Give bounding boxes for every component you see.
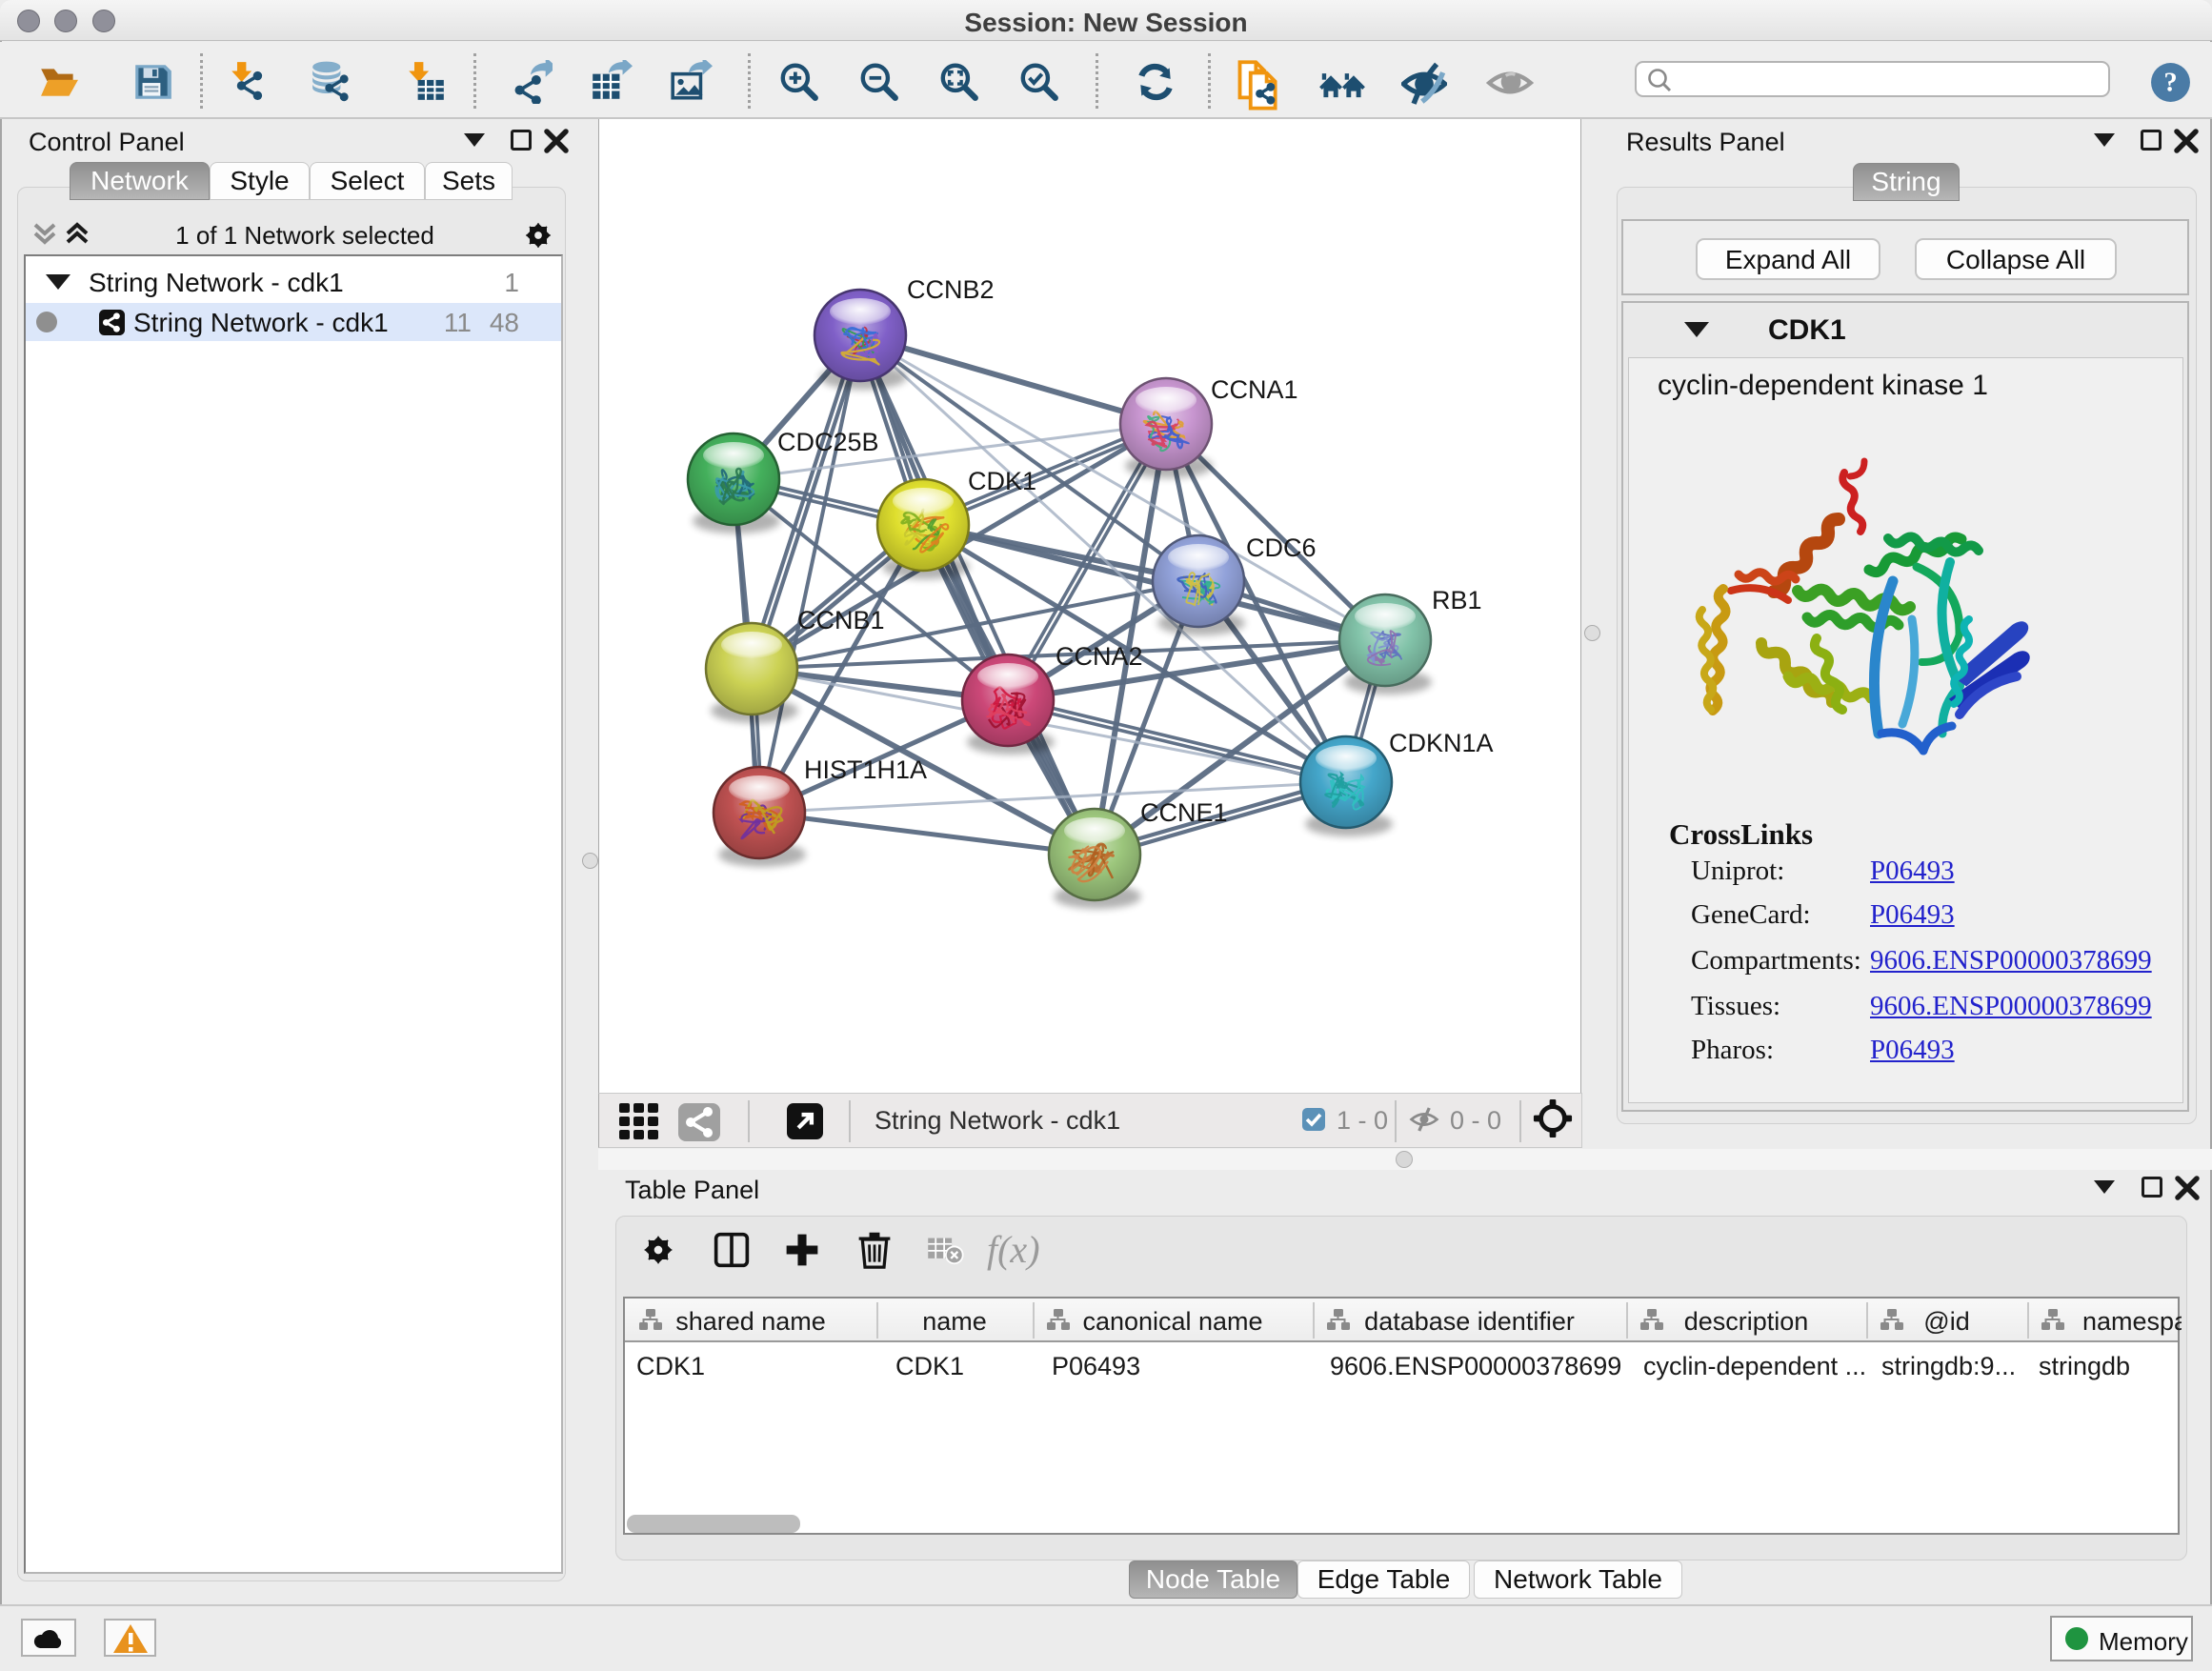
svg-text:CCNB1: CCNB1 bbox=[797, 606, 885, 634]
svg-text:?: ? bbox=[2163, 68, 2177, 98]
svg-text:CDC6: CDC6 bbox=[1246, 534, 1317, 562]
svg-text:CCNA1: CCNA1 bbox=[1211, 375, 1298, 404]
svg-text:HIST1H1A: HIST1H1A bbox=[804, 755, 927, 784]
svg-text:CCNA2: CCNA2 bbox=[1056, 642, 1143, 671]
svg-text:CDKN1A: CDKN1A bbox=[1389, 729, 1494, 757]
svg-text:CCNB2: CCNB2 bbox=[907, 275, 995, 304]
svg-text:CCNE1: CCNE1 bbox=[1140, 798, 1228, 827]
svg-text:CDC25B: CDC25B bbox=[777, 428, 879, 456]
svg-text:RB1: RB1 bbox=[1432, 586, 1482, 614]
svg-text:CDK1: CDK1 bbox=[968, 467, 1036, 495]
